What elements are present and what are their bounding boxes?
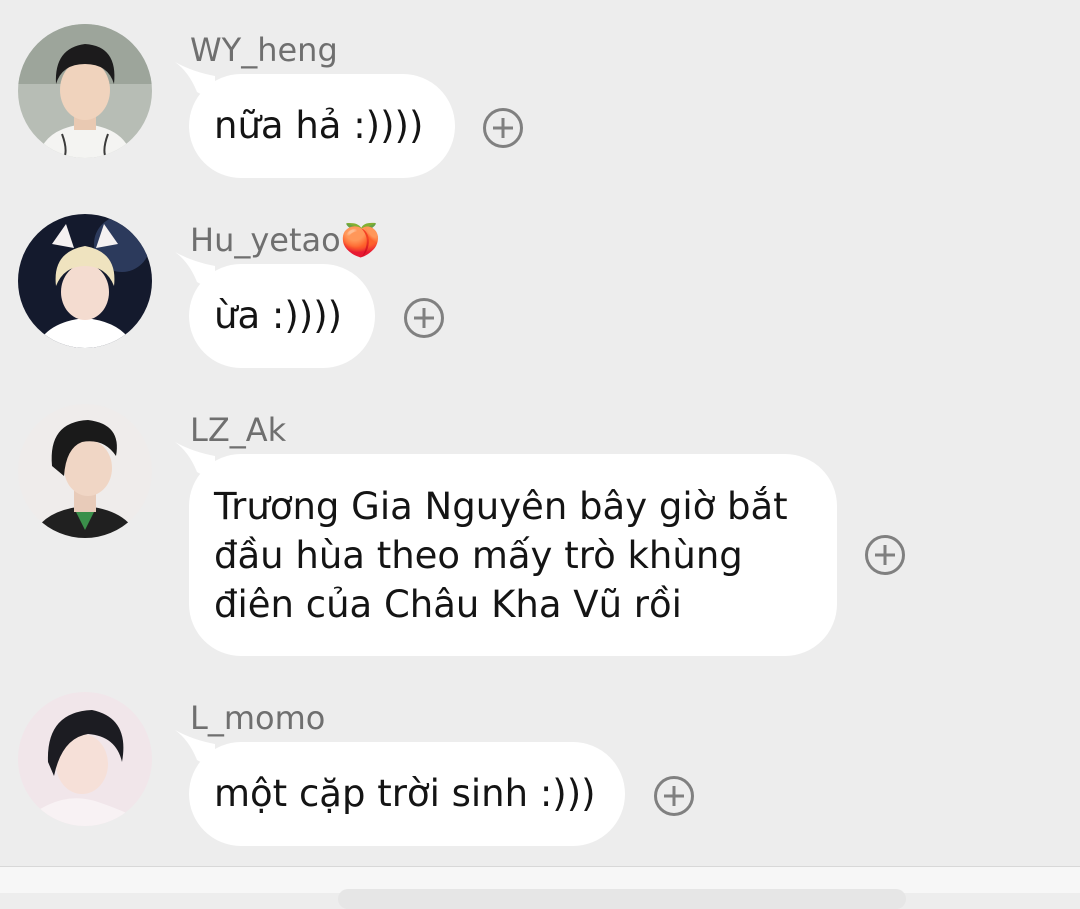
message-text: ừa :)))) (214, 294, 343, 337)
message-text: một cặp trời sinh :))) (214, 772, 596, 815)
message-text: nữa hả :)))) (214, 104, 424, 147)
message-input[interactable] (338, 889, 906, 909)
plus-circle-icon[interactable] (404, 298, 444, 338)
message-bubble[interactable]: Trương Gia Nguyên bây giờ bắt đầu hùa th… (175, 442, 837, 656)
chat-message-list[interactable]: WY_heng nữa hả :)))) Hu_yetao🍑 ừa :)))) (0, 0, 1080, 866)
message-bubble[interactable]: nữa hả :)))) (175, 62, 455, 178)
avatar[interactable] (18, 24, 152, 158)
avatar[interactable] (18, 214, 152, 348)
plus-circle-icon[interactable] (654, 776, 694, 816)
message-text-line: đầu hùa theo mấy trò khùng (214, 534, 743, 577)
plus-circle-icon[interactable] (865, 535, 905, 575)
username: Hu_yetao🍑 (190, 221, 381, 259)
avatar[interactable] (18, 692, 152, 826)
message-text-line: điên của Châu Kha Vũ rồi (214, 583, 682, 626)
plus-circle-icon[interactable] (483, 108, 523, 148)
avatar[interactable] (18, 404, 152, 538)
message-text-line: Trương Gia Nguyên bây giờ bắt (214, 485, 788, 528)
input-bar (0, 866, 1080, 909)
message-bubble[interactable]: ừa :)))) (175, 252, 375, 368)
message-bubble[interactable]: một cặp trời sinh :))) (175, 730, 625, 846)
